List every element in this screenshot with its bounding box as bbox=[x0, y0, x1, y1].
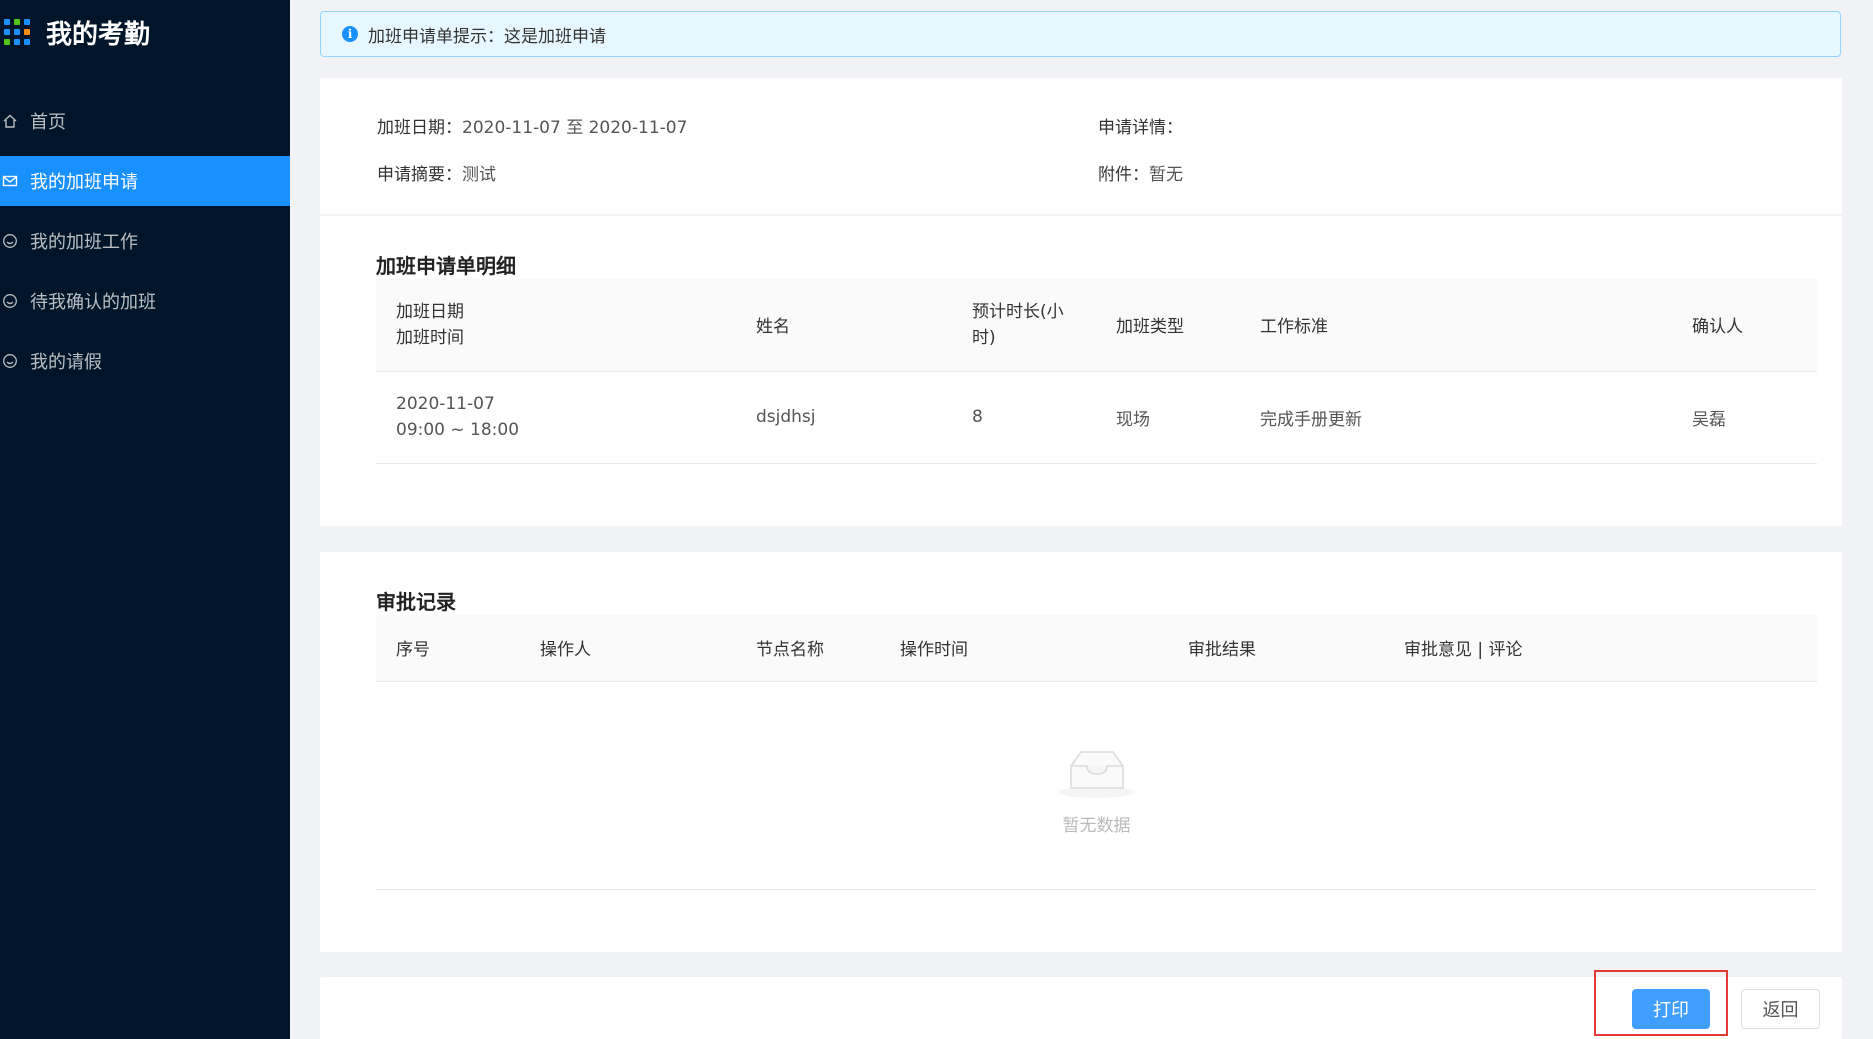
sidebar-menu: 首页 我的加班申请 我的加班工作 待我确认的加班 我的请假 bbox=[0, 96, 290, 396]
print-highlight-box bbox=[1594, 970, 1728, 1036]
duration-cell: 8 bbox=[952, 371, 1096, 464]
field-value: 暂无 bbox=[1149, 165, 1183, 185]
mail-icon bbox=[0, 173, 20, 189]
application-detail-field: 申请详情： bbox=[1098, 113, 1183, 138]
detail-card: 加班申请单明细 加班日期 加班时间 姓名 预计时长(小时) 加班类型 工作标准 … bbox=[320, 216, 1842, 526]
column-header: 预计时长(小时) bbox=[952, 279, 1096, 372]
sidebar-item-label: 首页 bbox=[30, 112, 66, 133]
sidebar-item-pending-confirmation[interactable]: 待我确认的加班 bbox=[0, 276, 290, 326]
column-header: 操作时间 bbox=[880, 615, 1168, 682]
empty-row: 暂无数据 bbox=[376, 681, 1817, 890]
empty-box-icon bbox=[376, 744, 1817, 805]
info-icon: i bbox=[342, 26, 358, 42]
sidebar-item-home[interactable]: 首页 bbox=[0, 96, 290, 146]
empty-text: 暂无数据 bbox=[1062, 816, 1131, 836]
overtime-date-field: 加班日期：2020-11-07 至 2020-11-07 bbox=[377, 113, 687, 138]
approval-card: 审批记录 序号 操作人 节点名称 操作时间 审批结果 审批意见 | 评论 暂无数… bbox=[320, 552, 1842, 952]
info-alert: i 加班申请单提示：这是加班申请 bbox=[320, 11, 1841, 57]
field-label: 附件： bbox=[1098, 165, 1149, 185]
attachment-field: 附件：暂无 bbox=[1098, 160, 1183, 185]
sidebar-item-label: 我的请假 bbox=[30, 352, 102, 373]
column-header: 加班日期 加班时间 bbox=[376, 279, 736, 372]
table-header-row: 加班日期 加班时间 姓名 预计时长(小时) 加班类型 工作标准 确认人 bbox=[376, 279, 1817, 372]
sidebar-item-my-leave[interactable]: 我的请假 bbox=[0, 336, 290, 386]
standard-cell: 完成手册更新 bbox=[1240, 371, 1672, 464]
type-cell: 现场 bbox=[1096, 371, 1240, 464]
sidebar-item-my-overtime-work[interactable]: 我的加班工作 bbox=[0, 216, 290, 266]
sidebar-item-label: 我的加班申请 bbox=[30, 172, 138, 193]
column-header: 加班类型 bbox=[1096, 279, 1240, 372]
field-value: 测试 bbox=[462, 165, 496, 185]
alert-text: 加班申请单提示：这是加班申请 bbox=[368, 26, 606, 47]
approval-table: 序号 操作人 节点名称 操作时间 审批结果 审批意见 | 评论 暂无数据 bbox=[376, 615, 1817, 890]
section-title: 审批记录 bbox=[376, 590, 456, 614]
field-label: 申请详情： bbox=[1098, 118, 1183, 138]
smile-icon bbox=[0, 293, 20, 309]
table-header-row: 序号 操作人 节点名称 操作时间 审批结果 审批意见 | 评论 bbox=[376, 615, 1817, 682]
table-row: 2020-11-07 09:00 ~ 18:00 dsjdhsj 8 现场 完成… bbox=[376, 371, 1817, 464]
sidebar-item-label: 待我确认的加班 bbox=[30, 292, 156, 313]
back-button[interactable]: 返回 bbox=[1741, 989, 1820, 1029]
name-cell: dsjdhsj bbox=[736, 371, 952, 464]
summary-card: 加班日期：2020-11-07 至 2020-11-07 申请详情： 申请摘要：… bbox=[320, 78, 1842, 214]
smile-icon bbox=[0, 353, 20, 369]
column-header: 审批结果 bbox=[1168, 615, 1384, 682]
column-header: 序号 bbox=[376, 615, 520, 682]
application-abstract-field: 申请摘要：测试 bbox=[377, 160, 496, 185]
sidebar-item-my-overtime-application[interactable]: 我的加班申请 bbox=[0, 156, 290, 206]
smile-icon bbox=[0, 233, 20, 249]
app-logo: 我的考勤 bbox=[4, 12, 150, 52]
confirmer-cell: 吴磊 bbox=[1672, 371, 1817, 464]
date-time-cell: 2020-11-07 09:00 ~ 18:00 bbox=[376, 371, 736, 464]
home-icon bbox=[0, 113, 20, 129]
grid-icon bbox=[4, 19, 30, 45]
column-header: 姓名 bbox=[736, 279, 952, 372]
field-label: 申请摘要： bbox=[377, 165, 462, 185]
column-header: 审批意见 | 评论 bbox=[1384, 615, 1817, 682]
section-title: 加班申请单明细 bbox=[376, 254, 516, 278]
empty-state: 暂无数据 bbox=[376, 681, 1817, 890]
sidebar: 我的考勤 首页 我的加班申请 我的加班工作 待我确认的加班 我的请假 bbox=[0, 0, 290, 1039]
column-header: 操作人 bbox=[520, 615, 736, 682]
column-header: 节点名称 bbox=[736, 615, 880, 682]
detail-table: 加班日期 加班时间 姓名 预计时长(小时) 加班类型 工作标准 确认人 2020… bbox=[376, 279, 1817, 464]
field-label: 加班日期： bbox=[377, 118, 462, 138]
sidebar-item-label: 我的加班工作 bbox=[30, 232, 138, 253]
column-header: 确认人 bbox=[1672, 279, 1817, 372]
field-value: 2020-11-07 至 2020-11-07 bbox=[462, 118, 688, 138]
app-title: 我的考勤 bbox=[46, 19, 151, 50]
column-header: 工作标准 bbox=[1240, 279, 1672, 372]
